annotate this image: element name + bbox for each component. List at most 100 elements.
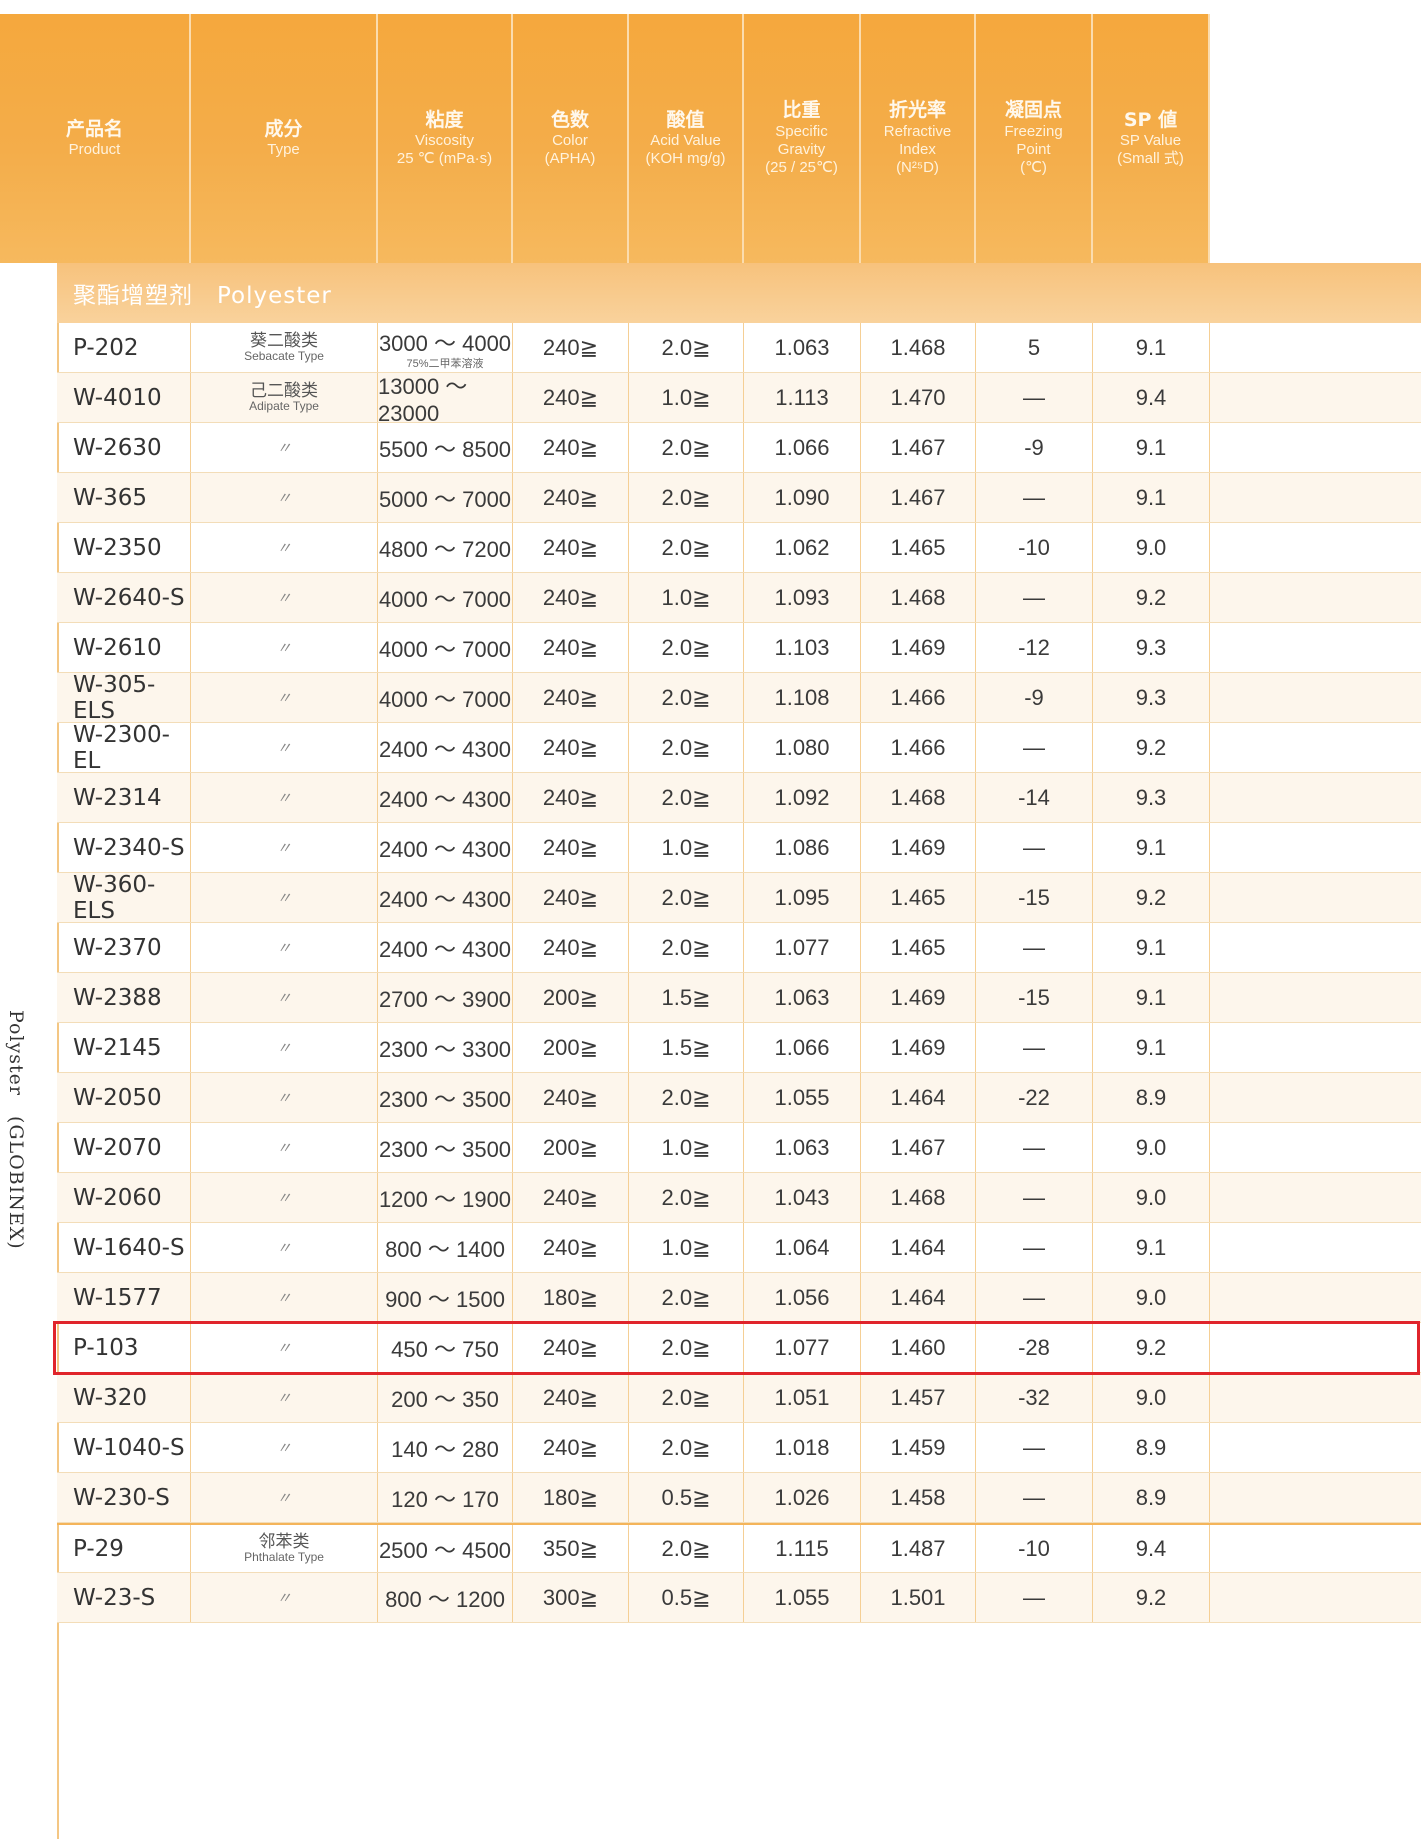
cell-acid: 2.0≧ (629, 423, 744, 472)
cell-product: W-2070 (57, 1123, 191, 1172)
cell-freeze: — (976, 723, 1093, 772)
cell-type: 〃 (191, 1223, 378, 1272)
header-en: Color (552, 131, 588, 149)
cell-type: 〃 (191, 673, 378, 722)
cell-acid: 1.0≧ (629, 1123, 744, 1172)
viscosity-value: 5500 ～ 8500 (378, 436, 512, 462)
type-zh: 葵二酸类 (250, 330, 318, 350)
cell-color: 300≧ (513, 1573, 629, 1622)
cell-sp: 9.3 (1093, 773, 1210, 822)
cell-product: W-1577 (57, 1273, 191, 1322)
cell-freeze: — (976, 823, 1093, 872)
cell-product: W-230-S (57, 1473, 191, 1522)
cell-acid: 2.0≧ (629, 1073, 744, 1122)
cell-viscosity: 200 ～ 350 (378, 1373, 513, 1422)
cell-sp: 9.0 (1093, 1273, 1210, 1322)
cell-product: W-320 (57, 1373, 191, 1422)
header-cell: 凝固点 Freezing Point (℃) (976, 14, 1093, 263)
viscosity-value: 2300 ～ 3300 (378, 1036, 512, 1062)
ditto-mark: 〃 (276, 940, 292, 957)
cell-type: 〃 (191, 623, 378, 672)
cell-viscosity: 1200 ～ 1900 (378, 1173, 513, 1222)
cell-viscosity: 2300 ～ 3500 (378, 1123, 513, 1172)
cell-freeze: -15 (976, 973, 1093, 1022)
cell-sp: 9.2 (1093, 1573, 1210, 1622)
cell-type: 〃 (191, 723, 378, 772)
cell-freeze: — (976, 1423, 1093, 1472)
cell-viscosity: 2300 ～ 3500 (378, 1073, 513, 1122)
cell-freeze: — (976, 1273, 1093, 1322)
cell-refr: 1.465 (861, 923, 976, 972)
cell-color: 240≧ (513, 723, 629, 772)
cell-refr: 1.466 (861, 673, 976, 722)
cell-gravity: 1.026 (744, 1473, 861, 1522)
cell-gravity: 1.055 (744, 1073, 861, 1122)
table-row: W-2060 〃 1200 ～ 1900 240≧ 2.0≧ 1.043 1.468—9.0 (57, 1173, 1421, 1223)
cell-acid: 1.5≧ (629, 973, 744, 1022)
cell-sp: 9.4 (1093, 373, 1210, 422)
cell-viscosity: 2400 ～ 4300 (378, 773, 513, 822)
ditto-mark: 〃 (276, 640, 292, 657)
cell-type: 〃 (191, 1423, 378, 1472)
header-cell: SP 値 SP Value (Small 式) (1093, 14, 1210, 263)
cell-sp: 9.1 (1093, 973, 1210, 1022)
cell-refr: 1.457 (861, 1373, 976, 1422)
cell-refr: 1.458 (861, 1473, 976, 1522)
cell-acid: 1.5≧ (629, 1023, 744, 1072)
cell-refr: 1.469 (861, 623, 976, 672)
header-en: SP Value (1119, 131, 1182, 149)
cell-gravity: 1.066 (744, 423, 861, 472)
cell-product: W-1640-S (57, 1223, 191, 1272)
cell-viscosity: 3000 ～ 4000 75%二甲苯溶液 (378, 323, 513, 372)
cell-type: 邻苯类 Phthalate Type (191, 1525, 378, 1572)
viscosity-value: 800 ～ 1200 (385, 1586, 505, 1612)
cell-gravity: 1.051 (744, 1373, 861, 1422)
cell-freeze: -10 (976, 1525, 1093, 1572)
ditto-mark: 〃 (276, 590, 292, 607)
cell-refr: 1.468 (861, 573, 976, 622)
cell-freeze: — (976, 573, 1093, 622)
cell-sp: 9.3 (1093, 673, 1210, 722)
cell-sp: 9.0 (1093, 1173, 1210, 1222)
cell-acid: 2.0≧ (629, 1525, 744, 1572)
viscosity-value: 1200 ～ 1900 (378, 1186, 512, 1212)
viscosity-value: 800 ～ 1400 (385, 1236, 505, 1262)
table-row: P-202 葵二酸类 Sebacate Type 3000 ～ 4000 75%二甲苯溶… (57, 323, 1421, 373)
header-en: Product (68, 140, 121, 158)
header-en2: (Small 式) (1117, 150, 1184, 168)
cell-sp: 9.0 (1093, 1123, 1210, 1172)
cell-type: 〃 (191, 1073, 378, 1122)
cell-gravity: 1.063 (744, 1123, 861, 1172)
cell-type: 〃 (191, 1173, 378, 1222)
cell-viscosity: 2400 ～ 4300 (378, 723, 513, 772)
header-en2: Index (899, 140, 936, 158)
table-row: W-230-S 〃 120 ～ 170 180≧ 0.5≧ 1.026 1.458—8.9 (57, 1473, 1421, 1523)
header-cell: 色数 Color (APHA) (513, 14, 629, 263)
header-zh: 色数 (550, 108, 589, 131)
cell-acid: 2.0≧ (629, 873, 744, 922)
cell-sp: 9.4 (1093, 1525, 1210, 1572)
viscosity-value: 4000 ～ 7000 (378, 686, 512, 712)
spec-sheet: 产品名 Product 成分 Type 粘度 Viscosity 25 ℃ (mPa·s) 色… (0, 0, 1421, 1839)
cell-viscosity: 2400 ～ 4300 (378, 923, 513, 972)
cell-color: 240≧ (513, 1423, 629, 1472)
cell-gravity: 1.062 (744, 523, 861, 572)
table-row: W-320 〃 200 ～ 350 240≧ 2.0≧ 1.051 1.457 -32 9.0 (57, 1373, 1421, 1423)
cell-gravity: 1.080 (744, 723, 861, 772)
table-row: W-2610 〃 4000 ～ 7000 240≧ 2.0≧ 1.103 1.469 -12 9… (57, 623, 1421, 673)
cell-product: W-365 (57, 473, 191, 522)
cell-type: 〃 (191, 1123, 378, 1172)
cell-sp: 9.2 (1093, 873, 1210, 922)
cell-acid: 0.5≧ (629, 1473, 744, 1522)
cell-product: W-2300-EL (57, 722, 191, 774)
cell-refr: 1.469 (861, 973, 976, 1022)
cell-acid: 0.5≧ (629, 1573, 744, 1622)
cell-sp: 9.3 (1093, 623, 1210, 672)
cell-color: 350≧ (513, 1525, 629, 1572)
table-row: W-2050 〃 2300 ～ 3500 240≧ 2.0≧ 1.055 1.464 -22 8… (57, 1073, 1421, 1123)
table-row: W-365 〃 5000 ～ 7000 240≧ 2.0≧ 1.090 1.467—9.1 (57, 473, 1421, 523)
cell-freeze: — (976, 1173, 1093, 1222)
cell-type: 〃 (191, 973, 378, 1022)
cell-refr: 1.467 (861, 473, 976, 522)
ditto-mark: 〃 (276, 440, 292, 457)
